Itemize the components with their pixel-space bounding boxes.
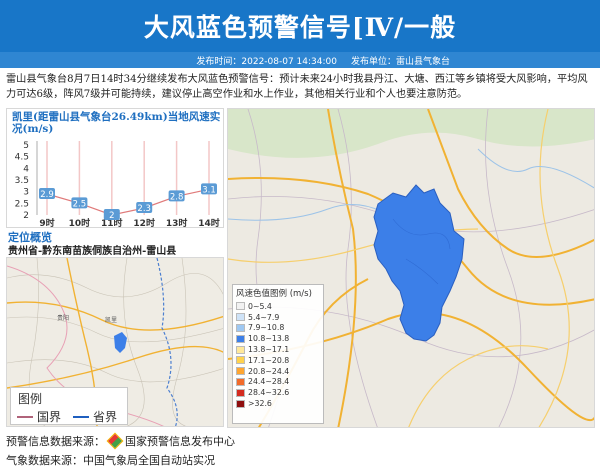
wind-speed-chart: 5 4.5 4 3.5 3 2.5 2 9时 10时 11时 12时 13时 14时 2.9 2.5 2 2.3… xyxy=(6,108,224,229)
weather-source-value: 中国气象局全国自动站实况 xyxy=(83,454,215,467)
data-label: 2.9 xyxy=(40,190,54,200)
swatch xyxy=(236,377,245,386)
wind-legend-label: 10.8~13.8 xyxy=(248,334,290,344)
x-tick-label: 14时 xyxy=(198,217,220,229)
warning-description: 雷山县气象台8月7日14时34分继续发布大风蓝色预警信号：预计未来24小时我县丹… xyxy=(6,74,588,100)
swatch xyxy=(236,367,245,376)
wind-legend-label: 0~5.4 xyxy=(248,301,272,311)
province-border-line xyxy=(73,415,89,418)
series-line xyxy=(46,188,210,216)
national-border-label: 国界 xyxy=(37,410,62,424)
chart-title: 凯里(距雷山县气象台26.49km)当地风速实况(m/s) xyxy=(12,111,221,135)
wind-legend-label: 20.8~24.4 xyxy=(248,366,290,376)
wind-legend-item: 13.8~17.1 xyxy=(233,344,323,355)
meta-bar: 发布时间：2022-08-07 14:34:00 发布单位：雷山县气象台 xyxy=(0,52,600,68)
data-label: 3.1 xyxy=(202,185,216,195)
location-region: 贵州省-黔东南苗族侗族自治州-雷山县 xyxy=(8,246,177,257)
y-tick-label: 3 xyxy=(23,188,29,198)
wind-legend-label: >32.6 xyxy=(248,399,272,409)
swatch xyxy=(236,323,245,332)
wind-legend-label: 28.4~32.6 xyxy=(248,388,290,398)
wind-legend-label: 13.8~17.1 xyxy=(248,345,290,355)
wind-legend-item: 17.1~20.8 xyxy=(233,355,323,366)
warning-source: 预警信息数据来源： 国家预警信息发布中心 xyxy=(6,432,235,450)
wind-legend-item: 20.8~24.4 xyxy=(233,366,323,377)
weather-source-label: 气象数据来源： xyxy=(6,454,83,467)
page-title: 大风蓝色预警信号[Ⅳ/一般 xyxy=(143,13,457,42)
data-label: 2.5 xyxy=(73,199,87,209)
y-tick-label: 4.5 xyxy=(15,153,29,163)
swatch xyxy=(236,302,245,311)
map-legend: 图例 国界 省界 xyxy=(10,387,128,425)
x-tick-label: 10时 xyxy=(69,217,91,229)
swatch xyxy=(236,313,245,322)
x-tick-label: 13时 xyxy=(166,217,188,229)
x-tick-label: 12时 xyxy=(133,217,155,229)
map-legend-title: 图例 xyxy=(18,392,43,406)
y-tick-label: 2 xyxy=(23,211,29,221)
svg-text:凯里: 凯里 xyxy=(105,316,117,324)
wind-legend-item: 7.9~10.8 xyxy=(233,323,323,334)
y-tick-label: 3.5 xyxy=(15,176,29,186)
province-border-label: 省界 xyxy=(93,410,118,424)
data-label: 2 xyxy=(109,211,114,221)
warning-source-label: 预警信息数据来源： xyxy=(6,435,105,448)
wind-legend-item: 28.4~32.6 xyxy=(233,387,323,398)
swatch xyxy=(236,356,245,365)
wind-legend-label: 24.4~28.4 xyxy=(248,377,290,387)
wind-legend-item: 10.8~13.8 xyxy=(233,333,323,344)
y-tick-label: 4 xyxy=(23,164,29,174)
swatch xyxy=(236,334,245,343)
publish-time: 发布时间：2022-08-07 14:34:00 xyxy=(196,56,337,67)
wind-legend-title: 风速色值图例 (m/s) xyxy=(236,289,312,299)
title-bar: 大风蓝色预警信号[Ⅳ/一般 xyxy=(0,0,600,52)
legend-province-border: 省界 xyxy=(73,408,117,425)
x-tick-label: 9时 xyxy=(39,217,54,229)
legend-national-border: 国界 xyxy=(17,408,61,425)
wind-legend-item: 5.4~7.9 xyxy=(233,312,323,323)
wind-legend-item: >32.6 xyxy=(233,398,323,409)
swatch xyxy=(236,388,245,397)
wind-legend-label: 17.1~20.8 xyxy=(248,355,290,365)
wind-legend-item: 0~5.4 xyxy=(233,301,323,312)
svg-text:贵阳: 贵阳 xyxy=(57,314,69,322)
warning-center-logo-icon xyxy=(106,432,124,450)
y-tick-label: 5 xyxy=(23,141,29,151)
data-label: 2.8 xyxy=(170,192,184,202)
warning-source-value: 国家预警信息发布中心 xyxy=(125,435,235,448)
swatch xyxy=(236,345,245,354)
wind-legend-label: 7.9~10.8 xyxy=(248,323,285,333)
wind-speed-legend: 风速色值图例 (m/s) 0~5.4 5.4~7.9 7.9~10.8 10.8… xyxy=(232,284,324,424)
wind-legend-label: 5.4~7.9 xyxy=(248,312,280,322)
publish-unit: 发布单位：雷山县气象台 xyxy=(350,56,450,67)
national-border-line xyxy=(17,415,33,418)
weather-source: 气象数据来源： 中国气象局全国自动站实况 xyxy=(6,452,215,468)
data-label: 2.3 xyxy=(137,204,151,214)
y-tick-label: 2.5 xyxy=(15,199,29,209)
swatch xyxy=(236,399,245,408)
wind-legend-item: 24.4~28.4 xyxy=(233,377,323,388)
